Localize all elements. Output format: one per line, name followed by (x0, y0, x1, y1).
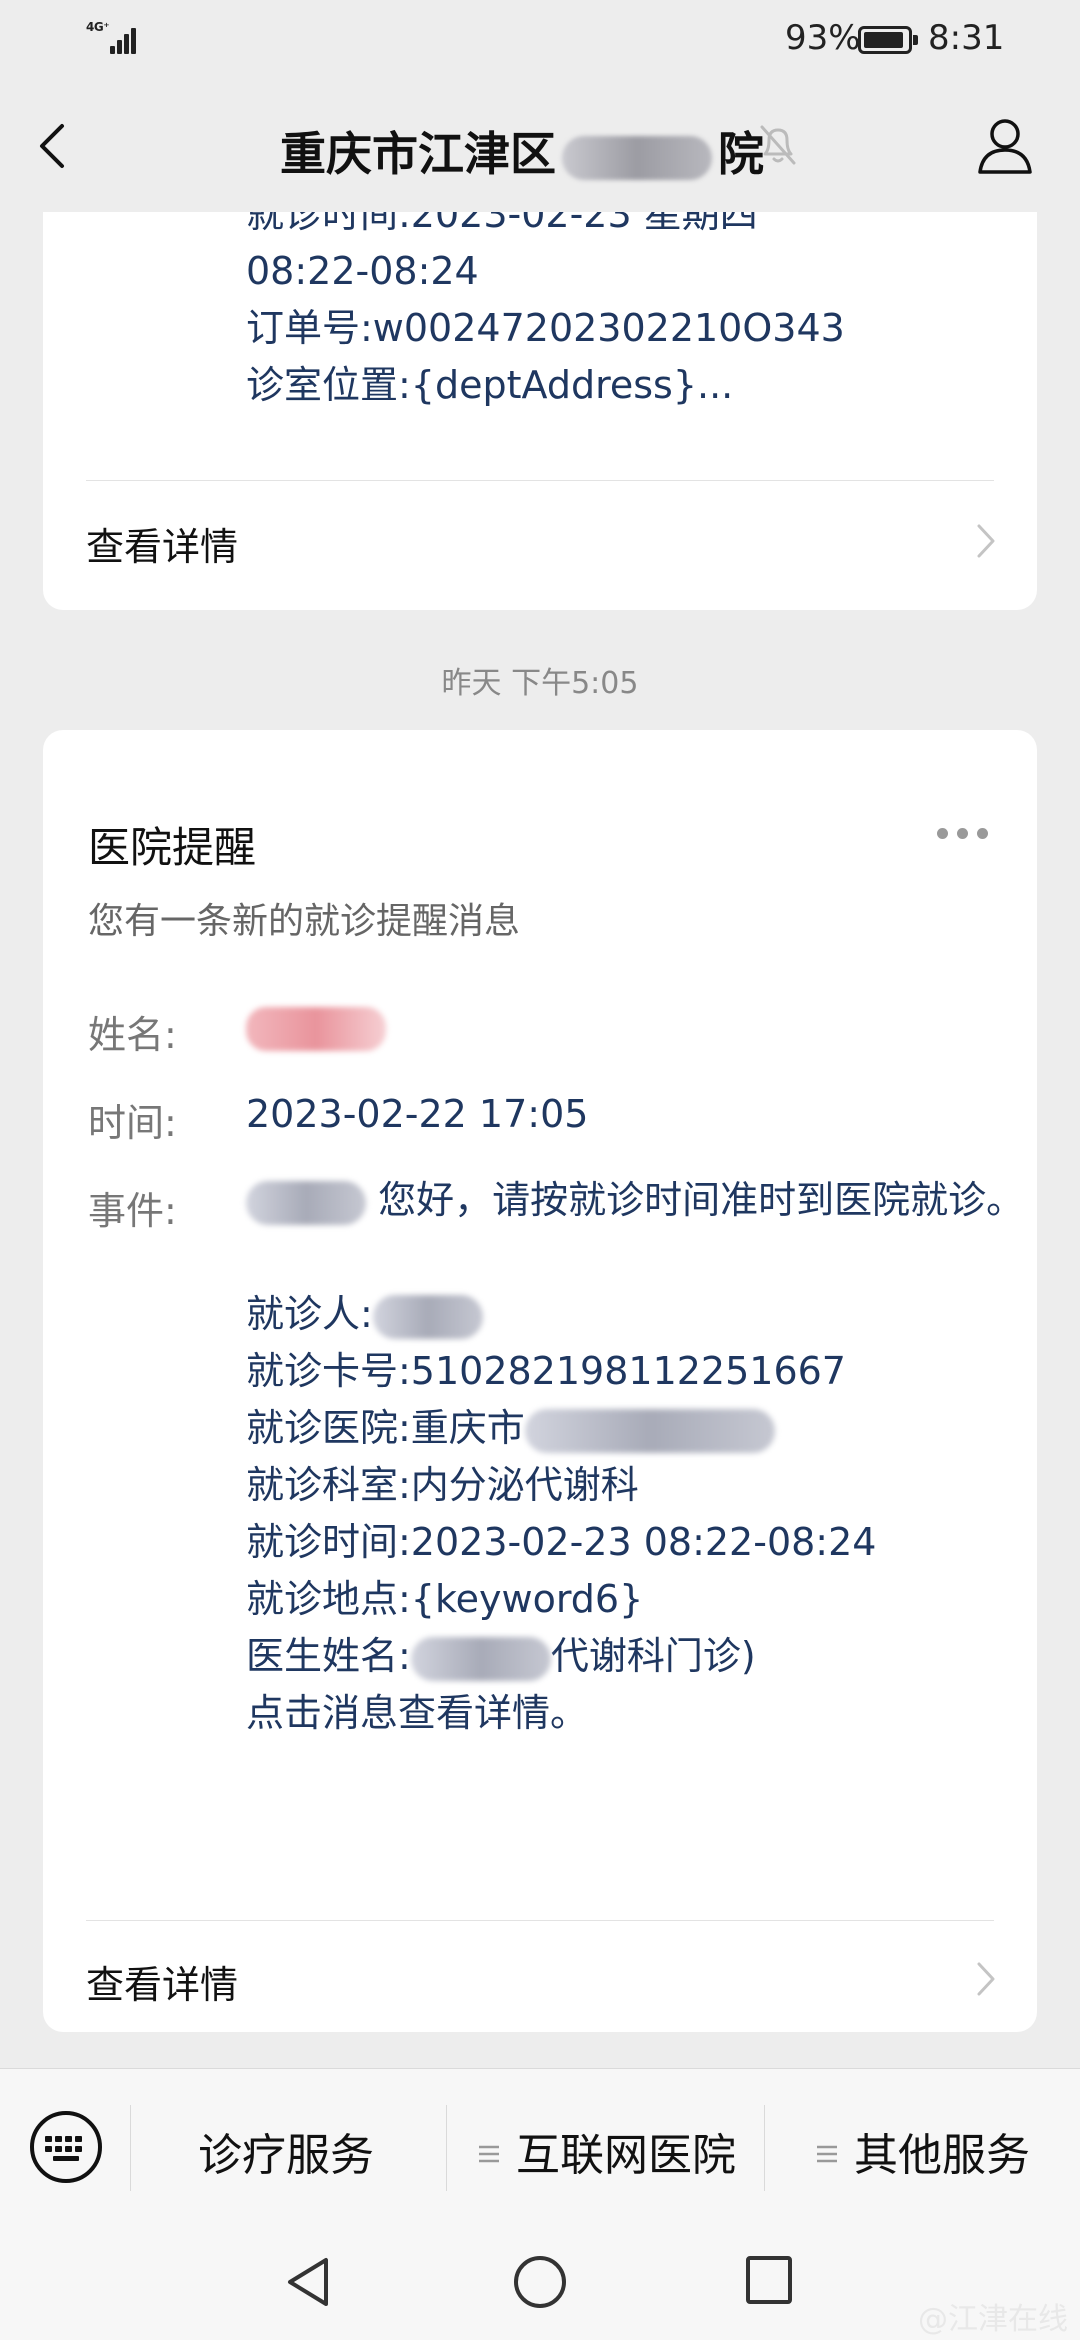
nav-back-icon[interactable] (282, 2254, 334, 2310)
department-line: 就诊科室:内分泌代谢科 (246, 1463, 639, 1507)
chevron-right-icon (977, 1962, 995, 1996)
more-icon[interactable] (937, 828, 989, 840)
mute-icon (760, 125, 796, 165)
keyboard-icon[interactable] (28, 2109, 104, 2185)
visit-time-line: 就诊时间:2023-02-23 08:22-08:24 (246, 1520, 877, 1564)
system-navigation: @江津在线 (0, 2226, 1080, 2340)
doctor-line: 医生姓名: 代谢科门诊) (246, 1628, 1046, 1685)
battery-percent: 93% (785, 18, 861, 58)
card-subtitle: 您有一条新的就诊提醒消息 (88, 901, 521, 942)
card1-details: 就诊时间:2023-02-23 星期四 08:22-08:24 订单号:w002… (246, 212, 845, 414)
doctor-label: 医生姓名: (246, 1634, 411, 1678)
card-number-line: 就诊卡号:510282198112251667 (246, 1349, 846, 1393)
page-title: 重庆市江津区院 (280, 118, 764, 184)
menu-separator (446, 2105, 447, 2191)
title-prefix: 重庆市江津区 (280, 127, 556, 181)
time-label: 时间: (88, 1101, 177, 1145)
message-card: 就诊时间:2023-02-23 星期四 08:22-08:24 订单号:w002… (43, 212, 1037, 610)
detail-line: 就诊时间:2023-02-23 星期四 (246, 212, 758, 236)
battery-icon (858, 26, 918, 54)
redacted-blur (562, 135, 712, 180)
location-line: 就诊地点:{keyword6} (246, 1577, 644, 1621)
nav-home-icon[interactable] (512, 2254, 568, 2310)
redacted-blur (410, 1636, 551, 1681)
time-value: 2023-02-22 17:05 (246, 1092, 589, 1136)
chevron-right-icon (977, 524, 995, 558)
menu-item-label: 互联网医院 (516, 2130, 736, 2181)
menu-item-internet-hospital[interactable]: 互联网医院 (478, 2119, 736, 2183)
divider (86, 480, 994, 481)
signal-icon: 4G⁺ (86, 20, 142, 56)
event-content: 您好，请按就诊时间准时到医院就诊。 就诊人: 就诊卡号:510282198112… (246, 1172, 1046, 1742)
watermark: @江津在线 (918, 2302, 1068, 2337)
event-label: 事件: (88, 1189, 177, 1233)
submenu-icon (817, 2145, 837, 2163)
message-list[interactable]: 就诊时间:2023-02-23 星期四 08:22-08:24 订单号:w002… (0, 212, 1080, 2068)
doctor-suffix: 代谢科门诊) (550, 1634, 756, 1678)
name-label: 姓名: (88, 1013, 177, 1057)
menu-separator (130, 2105, 131, 2191)
message-card[interactable]: 医院提醒 您有一条新的就诊提醒消息 姓名: 时间: 2023-02-22 17:… (43, 730, 1037, 2032)
network-type: 4G⁺ (86, 20, 110, 34)
hospital-label: 就诊医院:重庆市 (246, 1406, 525, 1450)
patient-label: 就诊人: (246, 1292, 373, 1336)
back-icon[interactable] (30, 116, 80, 176)
view-details-link[interactable]: 查看详情 (86, 516, 238, 571)
detail-line: 订单号:w00247202302210O343 (246, 306, 845, 350)
menu-item-clinical-services[interactable]: 诊疗服务 (198, 2119, 374, 2183)
view-details-link[interactable]: 查看详情 (86, 1954, 238, 2009)
event-greeting-line: 您好，请按就诊时间准时到医院就诊。 (246, 1172, 1046, 1229)
redacted-blur (372, 1294, 483, 1339)
status-time: 8:31 (928, 18, 1005, 58)
redacted-blur (246, 1006, 386, 1051)
divider (86, 1920, 994, 1921)
redacted-blur (524, 1408, 775, 1453)
message-timestamp: 昨天 下午5:05 (441, 666, 639, 701)
menu-separator (764, 2105, 765, 2191)
click-hint-line: 点击消息查看详情。 (246, 1691, 589, 1735)
nav-bar: 重庆市江津区院 (0, 78, 1080, 212)
bottom-menu: 诊疗服务 互联网医院 其他服务 (0, 2068, 1080, 2227)
detail-line: 08:22-08:24 (246, 249, 479, 293)
submenu-icon (479, 2145, 499, 2163)
redacted-blur (246, 1180, 366, 1225)
menu-item-other-services[interactable]: 其他服务 (816, 2119, 1030, 2183)
menu-item-label: 其他服务 (854, 2130, 1030, 2181)
card-title: 医院提醒 (88, 823, 257, 872)
user-icon[interactable] (975, 114, 1035, 176)
patient-line: 就诊人: (246, 1286, 1046, 1343)
nav-recents-icon[interactable] (744, 2254, 794, 2306)
hospital-line: 就诊医院:重庆市 (246, 1400, 1046, 1457)
status-bar: 4G⁺ 93% 8:31 (0, 0, 1080, 78)
name-value (246, 1004, 386, 1051)
detail-line: 诊室位置:{deptAddress}... (246, 363, 734, 407)
event-greeting: 您好，请按就诊时间准时到医院就诊。 (366, 1178, 1025, 1222)
